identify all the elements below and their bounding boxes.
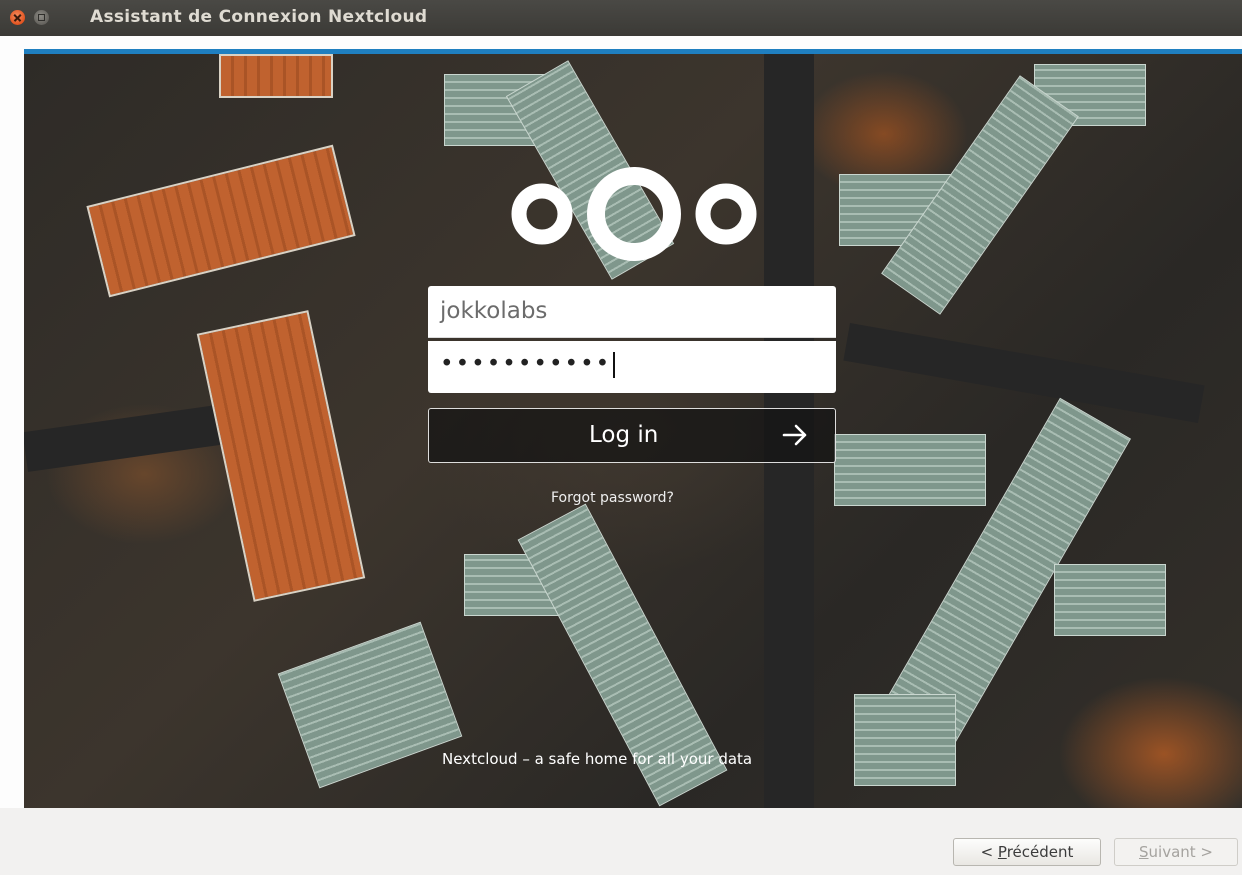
building-roof	[219, 54, 333, 98]
wizard-navigation-bar: < Précédent Suivant >	[0, 808, 1242, 875]
building-roof	[834, 434, 986, 506]
footer-tagline: Nextcloud – a safe home for all your dat…	[442, 750, 753, 768]
forgot-password-link[interactable]: Forgot password?	[551, 490, 674, 506]
maximize-window-icon[interactable]	[34, 10, 49, 25]
window-titlebar: Assistant de Connexion Nextcloud	[0, 0, 1242, 36]
previous-label: récédent	[1006, 843, 1074, 861]
arrow-right-icon	[782, 424, 807, 446]
nextcloud-logo-icon	[511, 167, 757, 261]
password-input[interactable]: •••••••••••	[428, 341, 836, 393]
window-title: Assistant de Connexion Nextcloud	[90, 7, 428, 27]
aerial-background-image: jokkolabs ••••••••••• Log in Forgot pass…	[24, 54, 1242, 808]
login-button[interactable]: Log in	[428, 408, 836, 463]
previous-accelerator: P	[997, 843, 1007, 861]
building-roof	[196, 310, 366, 602]
building-roof	[277, 621, 463, 789]
previous-button[interactable]: < Précédent	[953, 838, 1101, 866]
building-roof	[86, 144, 356, 298]
previous-prefix: <	[980, 843, 998, 861]
password-value: •••••••••••	[440, 351, 616, 378]
login-button-label: Log in	[589, 422, 659, 448]
wizard-content: jokkolabs ••••••••••• Log in Forgot pass…	[0, 36, 1242, 808]
building-roof	[1054, 564, 1166, 636]
next-label: uivant >	[1148, 843, 1213, 861]
username-value: jokkolabs	[440, 298, 548, 324]
road	[843, 323, 1205, 423]
next-accelerator: S	[1139, 843, 1149, 861]
building-roof	[854, 694, 956, 786]
close-window-icon[interactable]	[10, 10, 25, 25]
next-button[interactable]: Suivant >	[1114, 838, 1238, 866]
username-input[interactable]: jokkolabs	[428, 286, 836, 338]
text-caret	[613, 351, 616, 378]
